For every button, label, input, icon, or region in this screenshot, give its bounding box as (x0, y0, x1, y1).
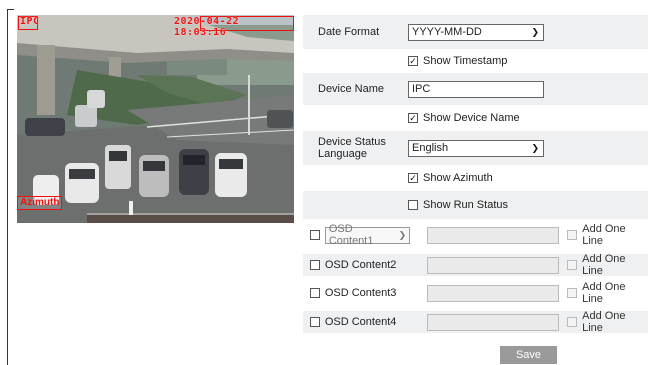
osd-content4-addline-checkbox[interactable] (567, 317, 578, 327)
osd-content1-select-value: OSD Content1 (328, 223, 374, 247)
chevron-down-icon: ❯ (531, 26, 539, 37)
device-name-input[interactable]: IPC (408, 80, 544, 98)
osd-content1-input[interactable] (427, 226, 560, 244)
osd-content2-input[interactable] (426, 256, 560, 274)
show-timestamp-checkbox[interactable]: ✓ (408, 56, 418, 66)
status-language-label: Device Status Language (318, 136, 386, 160)
osd-content2-checkbox[interactable] (310, 260, 320, 270)
panel-frame-bracket (7, 9, 14, 365)
osd-content3-row: OSD Content3 Add One Line (303, 281, 648, 305)
osd-content4-checkbox[interactable] (310, 317, 320, 327)
osd-content3-input[interactable] (426, 284, 560, 302)
device-name-row: Device Name IPC (303, 73, 648, 105)
date-format-label: Date Format (318, 26, 380, 38)
azimuth-overlay: Azimuth (17, 196, 63, 210)
save-button[interactable]: Save (500, 346, 557, 364)
date-format-value: YYYY-MM-DD (412, 26, 482, 38)
status-language-value: English (412, 142, 449, 154)
date-format-select[interactable]: YYYY-MM-DD ❯ (408, 23, 544, 41)
status-language-select[interactable]: English ❯ (408, 139, 544, 157)
show-azimuth-checkbox[interactable]: ✓ (408, 173, 418, 183)
osd-content2-row: OSD Content2 Add One Line (303, 253, 648, 277)
osd-content3-label: OSD Content3 (324, 287, 397, 299)
show-run-status-label: Show Run Status (423, 199, 508, 211)
timestamp-overlay: 2020-04-22 18:03:16 (174, 16, 240, 38)
show-timestamp-label: Show Timestamp (423, 55, 508, 67)
osd-content2-label: OSD Content2 (324, 259, 397, 271)
osd-content2-addline-checkbox[interactable] (567, 260, 578, 270)
show-azimuth-row: ✓ Show Azimuth (303, 165, 648, 191)
show-device-name-label: Show Device Name (423, 112, 520, 124)
show-device-name-checkbox[interactable]: ✓ (408, 113, 418, 123)
show-run-status-checkbox[interactable] (408, 200, 418, 210)
osd-content1-addline-label: Add One Line (582, 223, 626, 247)
camera-preview: IPC 2020-04-22 18:03:16 (17, 15, 294, 223)
osd-content3-addline-label: Add One Line (582, 281, 626, 305)
chevron-down-icon: ❯ (531, 142, 539, 153)
date-format-row: Date Format YYYY-MM-DD ❯ (303, 15, 648, 49)
osd-content3-addline-checkbox[interactable] (567, 288, 578, 298)
show-azimuth-label: Show Azimuth (423, 172, 493, 184)
channel-label: IPC (20, 16, 40, 27)
osd-content1-addline-checkbox[interactable] (567, 230, 578, 240)
status-language-row: Device Status Language English ❯ (303, 131, 648, 165)
show-run-status-row: Show Run Status (303, 191, 648, 219)
osd-content1-select[interactable]: OSD Content1 ❯ (324, 223, 411, 247)
osd-content4-input[interactable] (426, 313, 560, 331)
device-name-label: Device Name (318, 83, 385, 95)
osd-content2-addline-label: Add One Line (582, 253, 626, 277)
show-timestamp-row: ✓ Show Timestamp (303, 49, 648, 73)
chevron-down-icon: ❯ (398, 229, 407, 240)
osd-content4-row: OSD Content4 Add One Line (303, 310, 648, 334)
show-device-name-row: ✓ Show Device Name (303, 105, 648, 131)
osd-content1-row: OSD Content1 ❯ Add One Line (303, 223, 648, 247)
osd-content3-checkbox[interactable] (310, 288, 320, 298)
osd-content4-addline-label: Add One Line (582, 310, 626, 334)
camera-scene (17, 15, 294, 223)
osd-content1-checkbox[interactable] (310, 230, 320, 240)
osd-content4-label: OSD Content4 (324, 316, 397, 328)
